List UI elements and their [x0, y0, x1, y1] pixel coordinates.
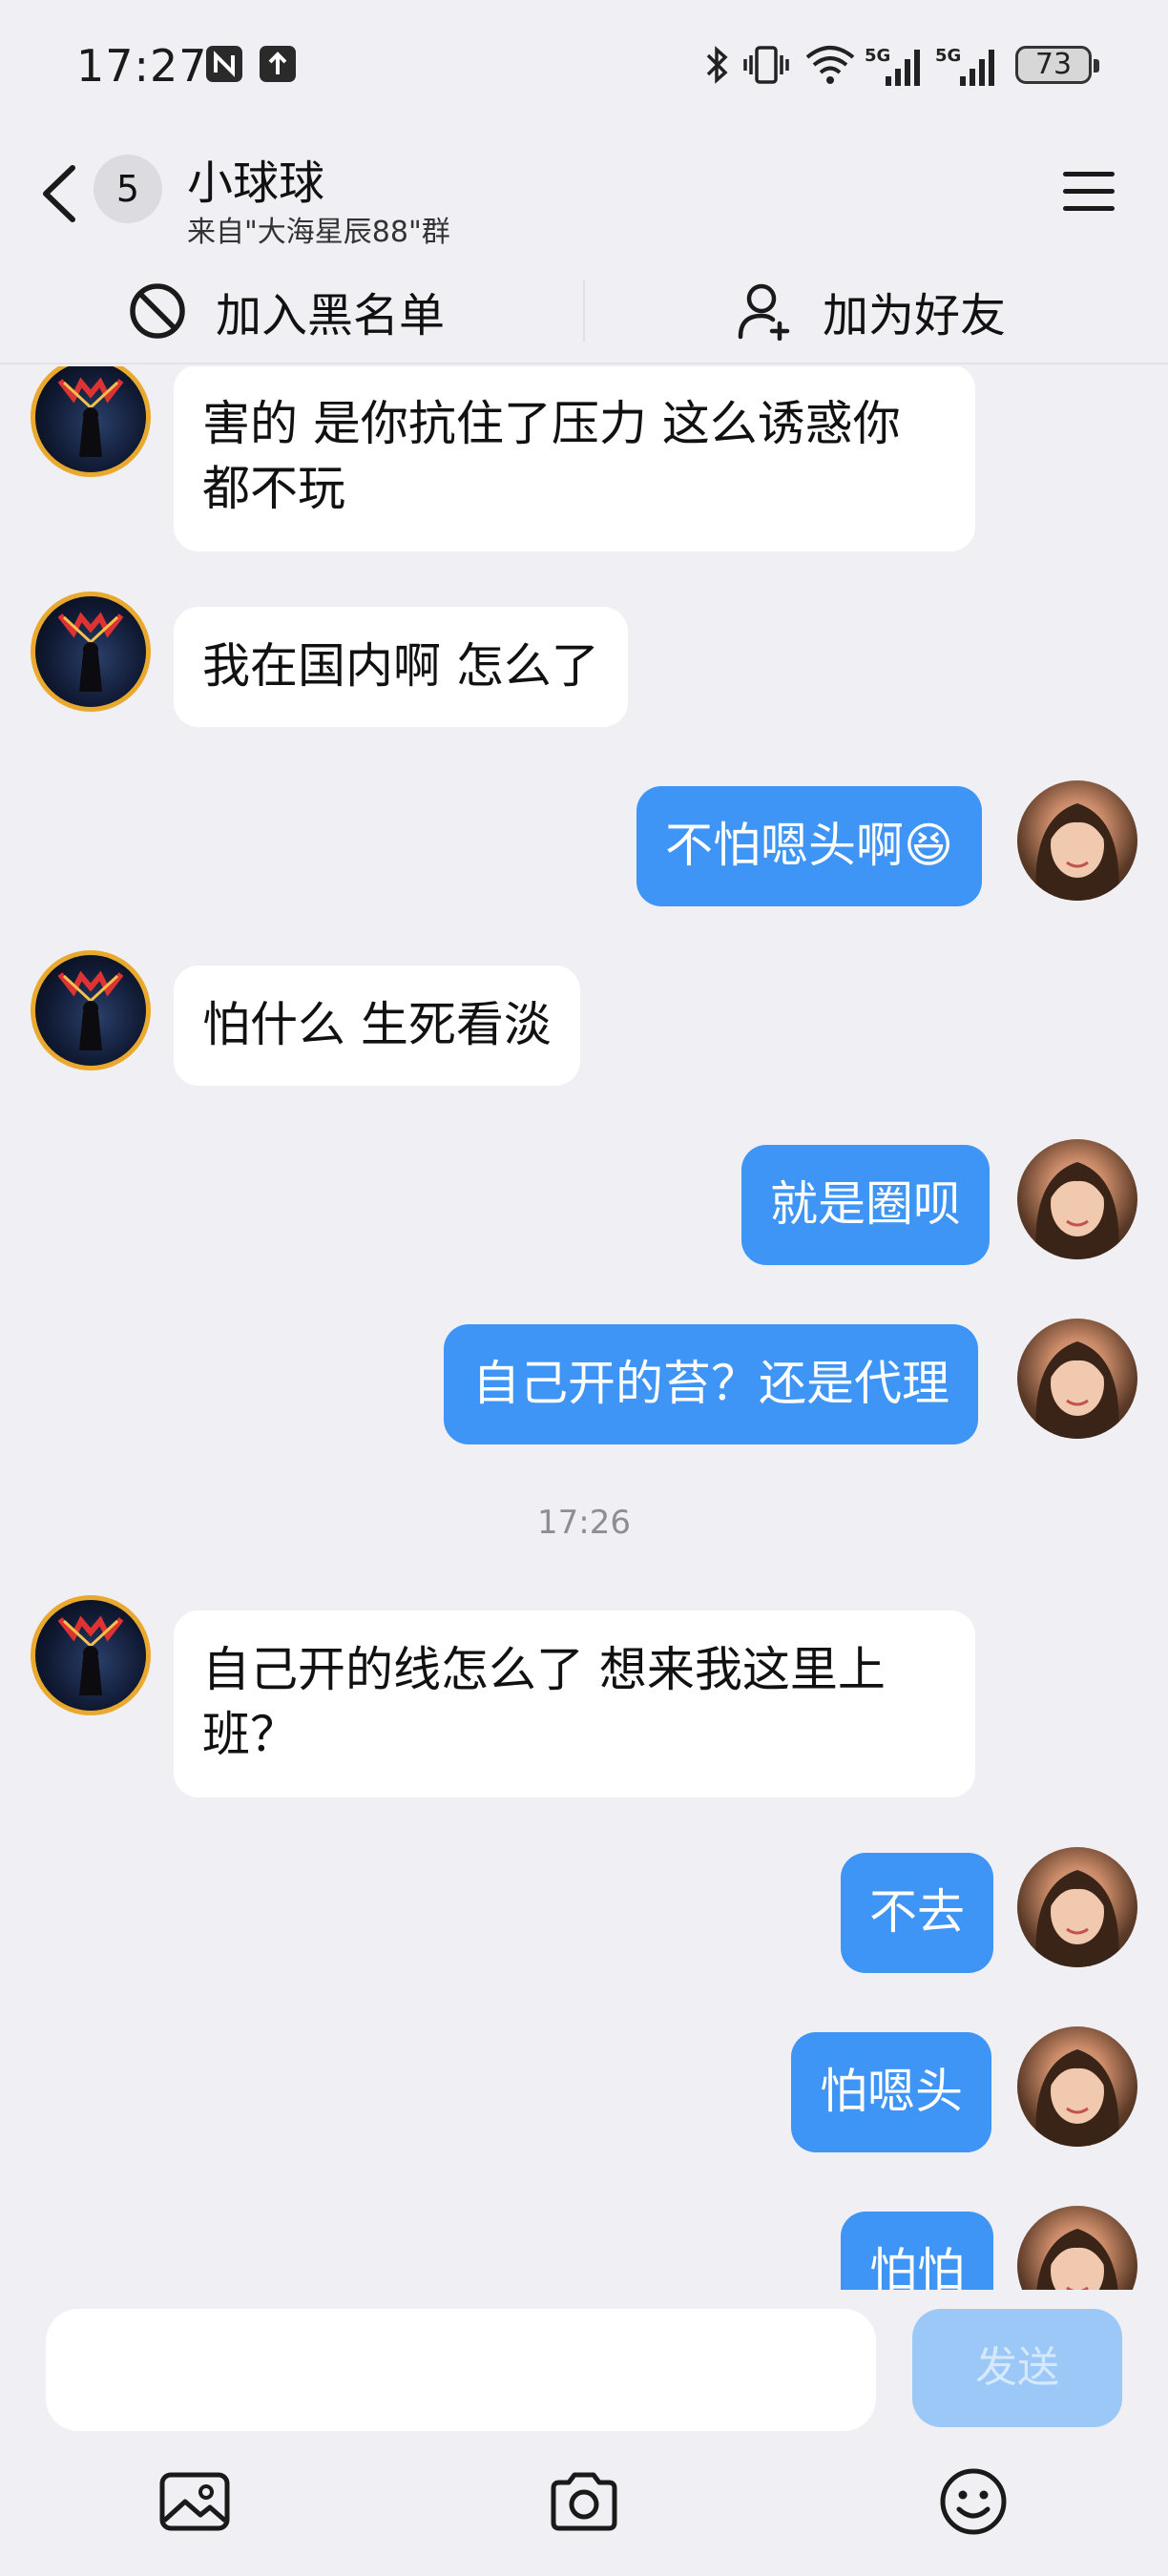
- my-avatar[interactable]: [1017, 1319, 1137, 1439]
- message-bubble-incoming[interactable]: 怕什么 生死看淡: [174, 966, 580, 1086]
- composer: 发送: [0, 2290, 1168, 2576]
- signal-5g-icon: 5G: [935, 46, 994, 86]
- message-bubble-incoming[interactable]: 害的 是你抗住了压力 这么诱惑你都不玩: [174, 366, 975, 551]
- svg-text:5G: 5G: [935, 46, 961, 66]
- message-bubble-outgoing[interactable]: 就是圈呗: [741, 1145, 990, 1265]
- wifi-icon: [805, 46, 855, 84]
- back-arrow-icon[interactable]: [36, 160, 84, 227]
- upload-icon: [260, 46, 296, 82]
- block-icon: [130, 283, 185, 339]
- message-bubble-outgoing[interactable]: 自己开的苔？还是代理: [444, 1324, 978, 1444]
- my-avatar[interactable]: [1017, 1139, 1137, 1259]
- message-bubble-outgoing[interactable]: 怕怕: [841, 2212, 993, 2290]
- sender-avatar[interactable]: [31, 366, 151, 477]
- sender-avatar[interactable]: [31, 1595, 151, 1715]
- menu-icon[interactable]: [1061, 168, 1116, 216]
- add-friend-label: 加为好友: [823, 289, 1007, 343]
- unread-count-badge[interactable]: 5: [94, 155, 162, 223]
- chat-header: 5 小球球 来自"大海星辰88"群: [0, 134, 1168, 253]
- action-bar: 加入黑名单 加为好友: [0, 258, 1168, 364]
- send-button[interactable]: 发送: [912, 2309, 1122, 2427]
- block-button[interactable]: 加入黑名单: [128, 258, 445, 364]
- add-user-icon: [738, 283, 790, 341]
- my-avatar[interactable]: [1017, 780, 1137, 901]
- camera-icon[interactable]: [546, 2463, 622, 2540]
- contact-name: 小球球: [187, 156, 325, 210]
- action-divider: [583, 280, 585, 342]
- message-bubble-outgoing[interactable]: 不去: [841, 1853, 993, 1973]
- message-bubble-outgoing[interactable]: 不怕嗯头啊😆: [636, 786, 983, 906]
- image-icon[interactable]: [156, 2463, 233, 2540]
- nfc-icon: [206, 46, 242, 82]
- message-bubble-incoming[interactable]: 我在国内啊 怎么了: [174, 607, 628, 727]
- emoji-icon[interactable]: [935, 2463, 1012, 2540]
- svg-text:5G: 5G: [865, 46, 890, 66]
- my-avatar[interactable]: [1017, 2206, 1137, 2290]
- add-friend-button[interactable]: 加为好友: [735, 258, 1006, 364]
- signal-5g-icon: 5G: [865, 46, 920, 86]
- vibrate-icon: [743, 46, 789, 84]
- battery-indicator: 73: [1015, 46, 1099, 84]
- sender-avatar[interactable]: [31, 950, 151, 1070]
- message-text: 不怕嗯头啊: [665, 818, 904, 873]
- contact-source: 来自"大海星辰88"群: [187, 216, 450, 249]
- time-divider: 17:26: [537, 1504, 631, 1542]
- my-avatar[interactable]: [1017, 1847, 1137, 1967]
- message-input[interactable]: [46, 2309, 876, 2431]
- my-avatar[interactable]: [1017, 2026, 1137, 2147]
- status-time: 17:27: [76, 40, 208, 92]
- laughing-emoji-icon: 😆: [904, 818, 954, 873]
- message-bubble-incoming[interactable]: 自己开的线怎么了 想来我这里上班？: [174, 1610, 975, 1797]
- message-list[interactable]: 害的 是你抗住了压力 这么诱惑你都不玩 我在国内啊 怎么了 不怕嗯头啊😆 怕什么: [0, 366, 1168, 2290]
- bluetooth-icon: [706, 46, 728, 84]
- sender-avatar[interactable]: [31, 592, 151, 712]
- message-bubble-outgoing[interactable]: 怕嗯头: [791, 2032, 991, 2152]
- status-bar: 17:27 5G 5G 73: [0, 0, 1168, 134]
- block-label: 加入黑名单: [216, 289, 446, 343]
